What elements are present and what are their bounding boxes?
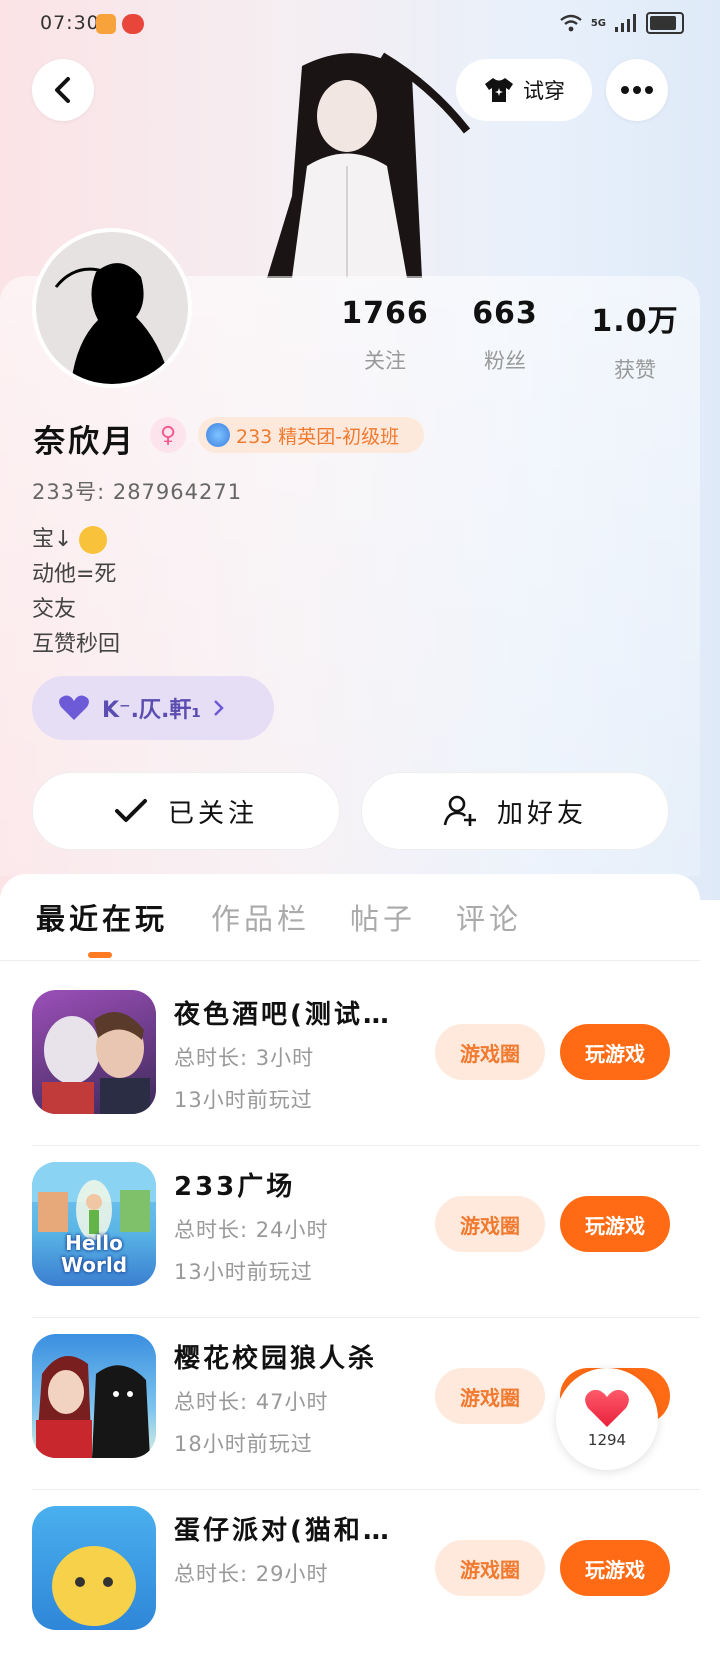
status-bar: 07:30 5G: [0, 0, 720, 48]
chevron-left-icon: [55, 77, 70, 103]
add-friend-label: 加好友: [496, 798, 587, 829]
game-title: 233广场: [174, 1172, 296, 1202]
game-total-time: 总时长: 29小时: [174, 1562, 329, 1586]
play-game-button[interactable]: 玩游戏: [560, 1196, 670, 1252]
game-circle-button[interactable]: 游戏圈: [435, 1368, 545, 1424]
add-friend-button[interactable]: 加好友: [361, 772, 669, 850]
content-panel: 最近在玩 作品栏 帖子 评论 夜色酒吧(测试… 总时长: 3小时 13小时前玩过…: [0, 874, 700, 1630]
stat-value: 663: [472, 296, 538, 331]
stat-label: 粉丝: [484, 349, 526, 373]
tab-comments[interactable]: 评论: [456, 896, 522, 938]
game-icon: [32, 1506, 156, 1630]
stat-likes[interactable]: 1.0万 获赞: [570, 296, 700, 384]
tab-recent-play[interactable]: 最近在玩: [36, 896, 168, 938]
profile-bio: 宝↓ 动他=死 交友 互赞秒回: [32, 522, 120, 662]
stat-followers[interactable]: 663 粉丝: [440, 296, 570, 384]
bio-line: 互赞秒回: [32, 632, 121, 657]
game-title: 夜色酒吧(测试…: [174, 1000, 392, 1030]
tab-posts[interactable]: 帖子: [350, 896, 416, 938]
kiss-emoji-icon: [79, 526, 108, 554]
status-indicators: 5G: [559, 12, 684, 34]
like-button[interactable]: 1294: [556, 1368, 658, 1470]
profile-name: 奈欣月: [34, 424, 136, 460]
game-last-played: 18小时前玩过: [174, 1432, 313, 1456]
game-circle-button[interactable]: 游戏圈: [435, 1540, 545, 1596]
stat-label: 获赞: [614, 358, 656, 382]
game-circle-button[interactable]: 游戏圈: [435, 1196, 545, 1252]
more-options-button[interactable]: [606, 59, 668, 121]
following-button[interactable]: 已关注: [32, 772, 340, 850]
status-time: 07:30: [40, 12, 100, 34]
game-total-time: 总时长: 47小时: [174, 1390, 329, 1414]
game-last-played: 13小时前玩过: [174, 1088, 313, 1112]
stat-label: 关注: [364, 349, 406, 373]
tab-works[interactable]: 作品栏: [211, 896, 310, 938]
profile-stats: 1766 关注 663 粉丝 1.0万 获赞: [330, 296, 700, 384]
game-title: 蛋仔派对(猫和…: [174, 1516, 392, 1546]
female-gender-icon: ♀: [150, 417, 186, 453]
stat-value: 1766: [341, 296, 429, 331]
game-last-played: 13小时前玩过: [174, 1260, 313, 1284]
game-total-time: 总时长: 3小时: [174, 1046, 315, 1070]
guild-name: K⁻.仄.軒₁: [102, 698, 202, 723]
game-icon: [32, 1334, 156, 1458]
list-item[interactable]: 蛋仔派对(猫和… 总时长: 29小时 游戏圈 玩游戏: [0, 1490, 700, 1662]
heart-icon: [585, 1389, 629, 1427]
game-icon-text: Hello World: [60, 1231, 128, 1277]
tab-bar: 最近在玩 作品栏 帖子 评论: [0, 874, 700, 961]
game-icon: [32, 990, 156, 1114]
game-icon: Hello World: [32, 1162, 156, 1286]
weibo-notification-icon: [122, 14, 144, 34]
list-item[interactable]: 夜色酒吧(测试… 总时长: 3小时 13小时前玩过 游戏圈 玩游戏: [0, 974, 700, 1146]
app-notification-icon: [96, 14, 116, 34]
avatar[interactable]: [32, 228, 192, 388]
game-title: 樱花校园狼人杀: [174, 1344, 378, 1374]
add-user-icon: [443, 795, 476, 826]
play-game-button[interactable]: 玩游戏: [560, 1540, 670, 1596]
user-id: 233号: 287964271: [32, 480, 243, 504]
stat-value: 1.0万: [591, 304, 679, 339]
list-item[interactable]: Hello World 233广场 总时长: 24小时 13小时前玩过 游戏圈 …: [0, 1146, 700, 1318]
badge-label: 233 精英团-初级班: [236, 425, 400, 448]
bio-line: 交友: [32, 597, 77, 622]
bio-line: 动他=死: [32, 562, 117, 587]
back-button[interactable]: [32, 59, 94, 121]
more-dots-icon: [621, 86, 653, 94]
network-label: 5G: [590, 17, 606, 29]
check-icon: [114, 799, 147, 822]
stat-following[interactable]: 1766 关注: [330, 296, 440, 384]
guild-tag-button[interactable]: K⁻.仄.軒₁: [32, 676, 274, 740]
game-circle-button[interactable]: 游戏圈: [435, 1024, 545, 1080]
avatar-character-image: [262, 46, 472, 279]
game-total-time: 总时长: 24小时: [174, 1218, 329, 1242]
battery-icon: [646, 12, 684, 34]
tab-indicator: [88, 952, 112, 958]
signal-icon: [615, 14, 636, 32]
heart-icon: [59, 695, 89, 720]
tshirt-icon: [485, 78, 513, 102]
play-game-button[interactable]: 玩游戏: [560, 1024, 670, 1080]
chevron-right-icon: [214, 700, 224, 716]
bio-line: 宝↓: [32, 527, 73, 552]
like-count: 1294: [587, 1431, 627, 1449]
try-on-button[interactable]: 试穿: [456, 59, 592, 121]
wifi-icon: [560, 14, 582, 32]
following-label: 已关注: [167, 798, 258, 829]
badge-gem-icon: [206, 423, 230, 447]
try-on-label: 试穿: [523, 79, 565, 103]
membership-badge[interactable]: 233 精英团-初级班: [198, 417, 424, 453]
